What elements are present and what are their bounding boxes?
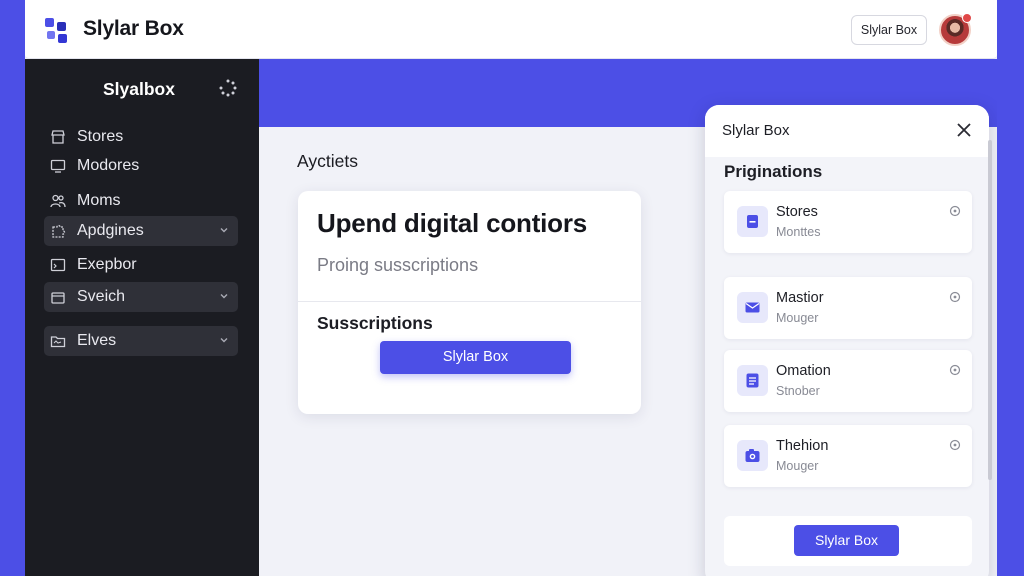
mail-icon <box>745 302 760 313</box>
chevron-down-icon <box>220 228 228 233</box>
item-subtitle: Mouger <box>776 459 819 473</box>
panel-subtitle: Priginations <box>724 162 823 181</box>
notification-badge <box>962 13 972 23</box>
item-title: Thehion <box>776 438 829 454</box>
sidebar-item-label: Apdgines <box>77 222 144 239</box>
panel-list-item[interactable]: Stores Monttes <box>724 191 972 253</box>
sidebar-item-label: Moms <box>77 192 121 209</box>
side-panel: Slylar Box Priginations Stores Monttes M… <box>705 105 989 576</box>
settings-icon[interactable] <box>949 364 961 376</box>
card-heading: Upend digital contiors <box>317 208 588 238</box>
item-subtitle: Mouger <box>776 311 819 325</box>
logo-icon <box>45 18 67 43</box>
store-icon <box>51 130 65 144</box>
puzzle-icon <box>52 224 66 238</box>
sidebar-item-exepbor[interactable]: Exepbor <box>44 250 238 280</box>
top-bar: Slylar Box Slylar Box <box>25 0 997 59</box>
loading-spinner-icon <box>219 79 237 97</box>
sidebar-item-label: Stores <box>77 128 124 145</box>
sidebar-item-sveich[interactable]: Sveich <box>44 282 238 312</box>
sidebar-item-stores[interactable]: Stores <box>44 122 238 152</box>
sidebar-item-apdgines[interactable]: Apdgines <box>44 216 238 246</box>
card-subtitle: Proing susscriptions <box>317 255 479 275</box>
people-icon <box>50 194 66 208</box>
panel-list-item[interactable]: Mastior Mouger <box>724 277 972 339</box>
panel-primary-button[interactable]: Slylar Box <box>794 525 899 556</box>
item-title: Mastior <box>776 290 824 306</box>
app-title: Slylar Box <box>83 17 184 40</box>
settings-icon[interactable] <box>949 291 961 303</box>
document-icon <box>747 215 758 228</box>
item-icon-box <box>737 440 768 471</box>
item-title: Stores <box>776 204 818 220</box>
sidebar-item-moms[interactable]: Moms <box>44 186 238 216</box>
chevron-down-icon <box>220 294 228 299</box>
card-section-label: Susscriptions <box>317 313 433 333</box>
item-title: Omation <box>776 363 831 379</box>
panel-title: Slylar Box <box>722 122 790 139</box>
card-divider <box>298 301 641 302</box>
card-primary-button[interactable]: Slylar Box <box>380 341 571 374</box>
sidebar-item-label: Sveich <box>77 288 126 305</box>
box-icon <box>51 292 65 304</box>
item-icon-box <box>737 365 768 396</box>
close-icon[interactable] <box>955 121 973 139</box>
sidebar-item-elves[interactable]: Elves <box>44 326 238 356</box>
section-title: Ayctiets <box>297 151 358 171</box>
sidebar: Slyalbox Stores Modores Moms Apdgines Ex… <box>25 59 259 576</box>
sidebar-item-label: Elves <box>77 332 117 349</box>
panel-list-item[interactable]: Omation Stnober <box>724 350 972 412</box>
subscription-card: Upend digital contiors Proing susscripti… <box>298 191 641 414</box>
sidebar-item-label: Modores <box>77 157 140 174</box>
panel-list-item[interactable]: Thehion Mouger <box>724 425 972 487</box>
list-icon <box>746 373 759 388</box>
item-subtitle: Stnober <box>776 384 820 398</box>
monitor-icon <box>50 159 66 173</box>
item-icon-box <box>737 292 768 323</box>
item-subtitle: Monttes <box>776 225 821 239</box>
app-window: Slylar Box Slylar Box Slyalbox Stores Mo… <box>25 0 997 576</box>
sidebar-item-modores[interactable]: Modores <box>44 151 238 181</box>
settings-icon[interactable] <box>949 439 961 451</box>
settings-icon[interactable] <box>949 205 961 217</box>
item-icon-box <box>737 206 768 237</box>
camera-icon <box>745 449 760 462</box>
folder-icon <box>50 336 66 348</box>
sidebar-item-label: Exepbor <box>77 256 137 273</box>
panel-header: Slylar Box <box>705 105 989 157</box>
terminal-icon <box>50 258 66 272</box>
panel-footer: Slylar Box <box>724 516 972 566</box>
header-button[interactable]: Slylar Box <box>851 15 927 45</box>
chevron-down-icon <box>220 338 228 343</box>
panel-scrollbar[interactable] <box>988 140 992 480</box>
